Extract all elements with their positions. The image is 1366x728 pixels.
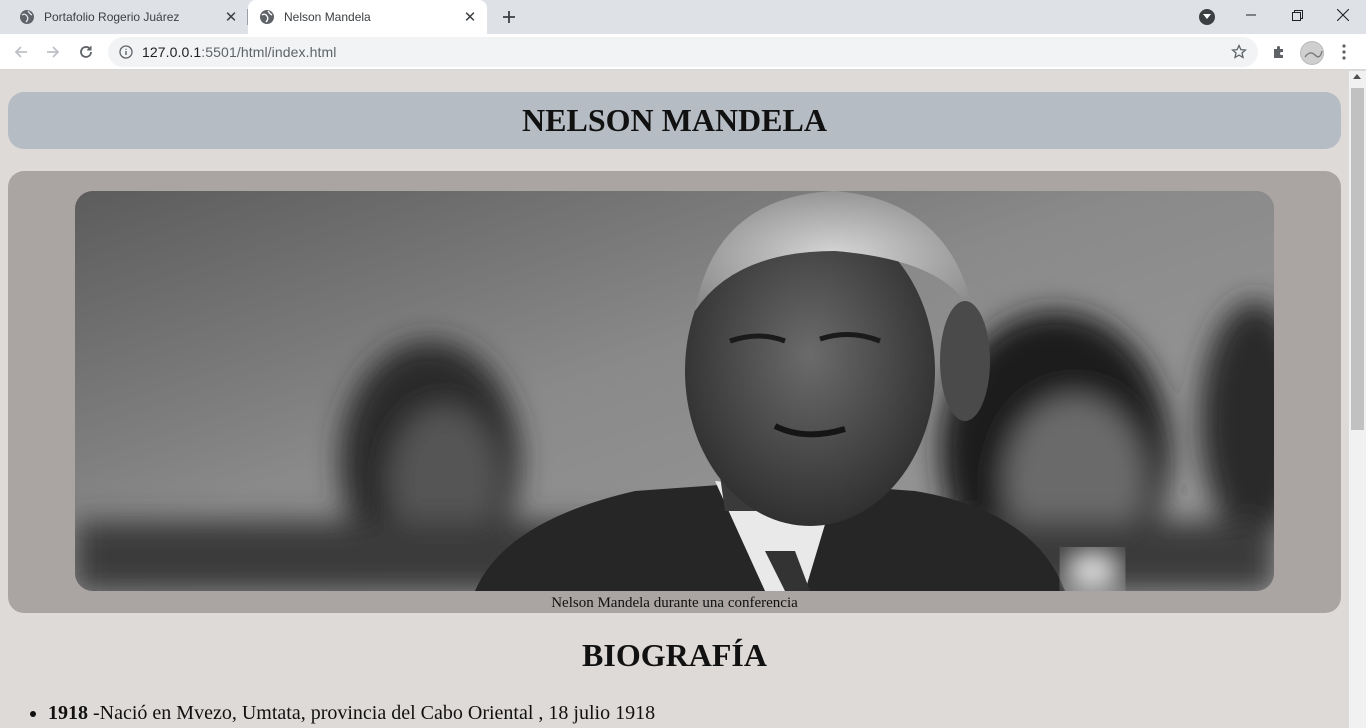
menu-button[interactable] — [1331, 39, 1357, 65]
forward-arrow-icon — [47, 46, 60, 58]
tab-strip: Portafolio Rogerio Juárez ✕ Nelson Mande… — [0, 0, 1366, 34]
more-vert-icon — [1342, 44, 1346, 60]
extensions-button[interactable] — [1266, 39, 1292, 65]
page-viewport: NELSON MANDELA Nelson Mandela durante un… — [0, 71, 1349, 728]
close-tab-icon[interactable]: ✕ — [223, 9, 239, 26]
new-tab-button[interactable] — [498, 6, 520, 28]
tab-title: Nelson Mandela — [284, 10, 371, 24]
puzzle-icon — [1274, 46, 1283, 58]
chevron-down-icon — [1203, 14, 1211, 19]
url-path: :5501/html/index.html — [201, 44, 337, 60]
browser-toolbar: 127.0.0.1:5501/html/index.html — [0, 34, 1366, 70]
restore-icon — [1291, 9, 1303, 21]
site-info-icon[interactable] — [119, 45, 133, 59]
figure-caption: Nelson Mandela durante una conferencia — [551, 595, 798, 611]
back-button[interactable] — [7, 38, 35, 66]
scrollbar-thumb[interactable] — [1351, 88, 1364, 430]
reload-button[interactable] — [72, 38, 100, 66]
forward-button[interactable] — [39, 38, 67, 66]
close-window-button[interactable] — [1320, 0, 1366, 30]
plus-icon — [503, 11, 515, 23]
url-text: 127.0.0.1:5501/html/index.html — [142, 44, 336, 60]
profile-avatar[interactable] — [1300, 41, 1324, 65]
url-host: 127.0.0.1 — [142, 44, 202, 60]
mandela-photo — [75, 191, 1274, 591]
restore-button[interactable] — [1274, 0, 1320, 30]
globe-icon — [259, 9, 275, 25]
tab-nelson-mandela[interactable]: Nelson Mandela ✕ — [248, 0, 487, 34]
vertical-scrollbar[interactable] — [1349, 71, 1366, 728]
biography-list: 1918 -Nació en Mvezo, Umtata, provincia … — [48, 702, 655, 725]
tab-title: Portafolio Rogerio Juárez — [44, 10, 180, 24]
bio-text: -Nació en Mvezo, Umtata, provincia del C… — [88, 702, 656, 724]
minimize-button[interactable] — [1228, 0, 1274, 30]
page-title: NELSON MANDELA — [522, 102, 827, 138]
scroll-up-arrow-icon[interactable] — [1353, 74, 1361, 79]
page-header: NELSON MANDELA — [8, 92, 1341, 149]
tab-portafolio[interactable]: Portafolio Rogerio Juárez ✕ — [0, 0, 248, 34]
close-tab-icon[interactable]: ✕ — [462, 9, 478, 26]
close-icon — [1337, 9, 1349, 21]
figure: Nelson Mandela durante una conferencia — [8, 171, 1341, 613]
bio-year: 1918 — [48, 702, 88, 724]
bookmark-star-icon[interactable] — [1230, 43, 1248, 61]
minimize-icon — [1246, 14, 1256, 16]
globe-icon — [19, 9, 35, 25]
tab-search-button[interactable] — [1199, 9, 1215, 25]
address-bar[interactable]: 127.0.0.1:5501/html/index.html — [108, 37, 1258, 67]
back-arrow-icon — [14, 46, 27, 58]
list-item: 1918 -Nació en Mvezo, Umtata, provincia … — [48, 702, 655, 725]
reload-icon — [80, 46, 92, 58]
biography-heading: BIOGRAFÍA — [582, 637, 767, 673]
